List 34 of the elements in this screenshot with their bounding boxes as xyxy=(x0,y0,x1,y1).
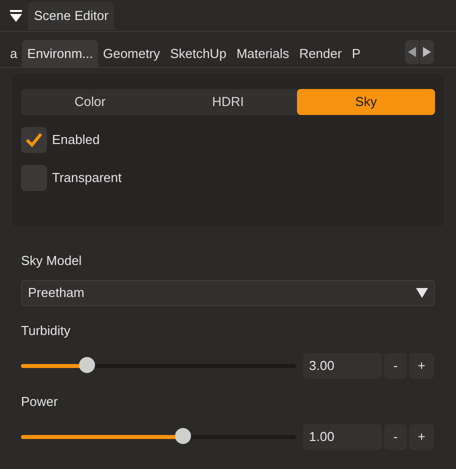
slider-thumb[interactable] xyxy=(79,357,95,373)
increment-button[interactable]: + xyxy=(409,353,434,379)
checkbox-label: Transparent xyxy=(52,169,122,188)
panel-title: Scene Editor xyxy=(28,2,114,30)
tab[interactable]: SketchUp xyxy=(165,40,232,67)
decrement-button[interactable]: - xyxy=(384,353,407,379)
checkmark-icon xyxy=(25,132,43,148)
right-arrow-icon xyxy=(423,47,431,57)
slider-label: Power xyxy=(21,393,59,411)
mode-segment[interactable]: Sky xyxy=(297,89,435,115)
left-arrow-icon xyxy=(408,47,416,57)
checkbox-label: Enabled xyxy=(52,131,100,150)
sky-model-dropdown[interactable]: Preetham xyxy=(21,280,435,306)
value-field[interactable]: 1.00 xyxy=(303,424,382,450)
mode-segment[interactable]: Color xyxy=(21,89,159,115)
scroll-left-button[interactable] xyxy=(405,40,419,64)
tab[interactable]: Geometry xyxy=(98,40,166,67)
tab[interactable]: P xyxy=(346,40,366,67)
slider-label: Turbidity xyxy=(21,322,72,340)
mode-segment[interactable]: HDRI xyxy=(159,89,297,115)
dropdown-caret-icon xyxy=(416,288,428,298)
collapse-toggle-icon[interactable] xyxy=(9,8,23,22)
tab[interactable]: Materials xyxy=(231,40,294,67)
slider-thumb[interactable] xyxy=(175,428,192,444)
checkbox[interactable] xyxy=(21,127,47,153)
value-field[interactable]: 3.00 xyxy=(303,353,382,379)
tab[interactable]: a xyxy=(5,40,22,67)
tab[interactable]: Render xyxy=(294,40,347,67)
scroll-right-button[interactable] xyxy=(420,40,434,64)
sky-model-value: Preetham xyxy=(28,284,84,302)
decrement-button[interactable]: - xyxy=(384,424,407,450)
sky-model-label: Sky Model xyxy=(21,252,83,270)
tab[interactable]: Environm... xyxy=(22,40,98,67)
increment-button[interactable]: + xyxy=(409,424,434,450)
